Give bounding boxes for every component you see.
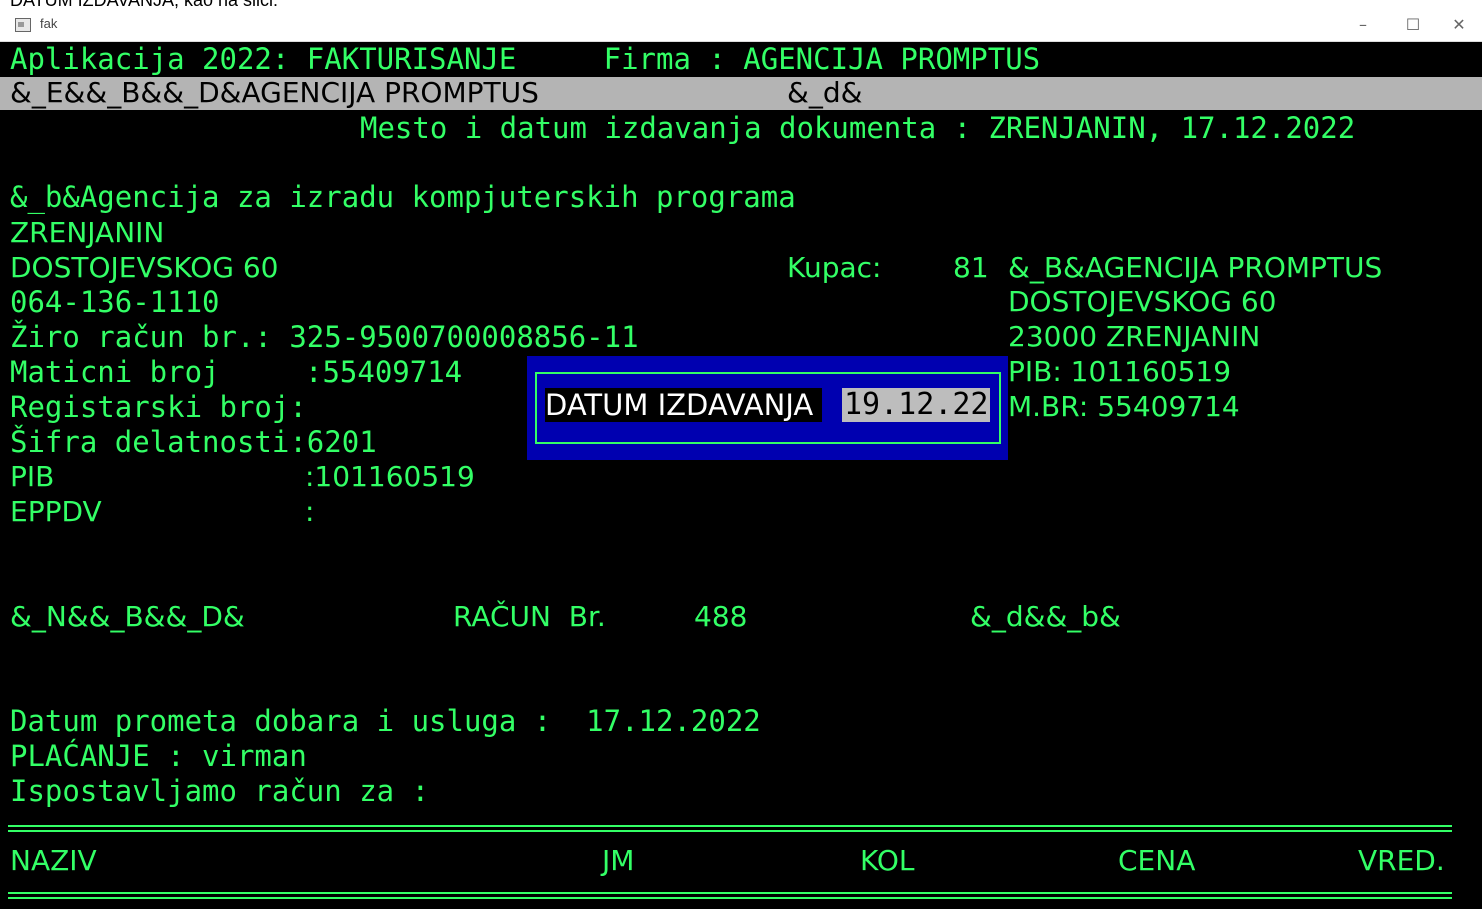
column-cena: CENA bbox=[1118, 844, 1196, 877]
issuer-account: Žiro račun br.: 325-9500700008856-11 bbox=[10, 320, 639, 354]
buyer-address: DOSTOJEVSKOG 60 bbox=[1008, 285, 1277, 318]
issuer-eppdv-value: : bbox=[305, 495, 315, 528]
issuer-registarski: Registarski broj: bbox=[10, 390, 307, 424]
close-button[interactable]: ✕ bbox=[1436, 12, 1482, 38]
console-screen: Aplikacija 2022: FAKTURISANJE Firma : AG… bbox=[0, 42, 1482, 909]
minimize-button[interactable]: – bbox=[1340, 12, 1386, 38]
issuer-address: DOSTOJEVSKOG 60 bbox=[10, 251, 279, 284]
dialog-label: DATUM IZDAVANJA bbox=[545, 388, 823, 422]
buyer-name: &_B&AGENCIJA PROMPTUS bbox=[1008, 251, 1383, 284]
column-vred: VRED. bbox=[1358, 844, 1445, 877]
console-app-icon bbox=[15, 18, 31, 32]
datum-prometa: Datum prometa dobara i usluga : 17.12.20… bbox=[10, 704, 761, 738]
caption-above-window: DATUM IZDAVANJA, kao na slici: bbox=[10, 0, 279, 10]
window-title: fak bbox=[40, 16, 58, 31]
issue-date-input[interactable]: 19.12.22 bbox=[842, 388, 990, 422]
placanje: PLAĆANJE : virman bbox=[10, 739, 307, 773]
invoice-number: 488 bbox=[694, 600, 748, 633]
invoice-title: RAČUN Br. bbox=[453, 600, 606, 633]
issuer-eppdv-label: EPPDV bbox=[10, 495, 102, 528]
buyer-label: Kupac: bbox=[787, 251, 882, 284]
invoice-codes-left: &_N&&_B&&_D& bbox=[10, 600, 245, 633]
ispostavljamo: Ispostavljamo račun za : bbox=[10, 774, 430, 808]
issuer-maticni-value: :55409714 bbox=[305, 355, 463, 389]
issuer-pib-value: :101160519 bbox=[305, 460, 475, 493]
status-bar-left: &_E&&_B&&_D&AGENCIJA PROMPTUS bbox=[10, 76, 539, 109]
issuer-pib-label: PIB bbox=[10, 460, 55, 493]
issuer-maticni-label: Maticni broj bbox=[10, 355, 290, 389]
table-header-line-1 bbox=[8, 892, 1452, 894]
buyer-mbr: M.BR: 55409714 bbox=[1008, 390, 1240, 423]
table-header-line-2 bbox=[8, 897, 1452, 899]
place-date-line: Mesto i datum izdavanja dokumenta : ZREN… bbox=[360, 111, 1356, 145]
issuer-phone: 064-136-1110 bbox=[10, 285, 220, 319]
invoice-codes-right: &_d&&_b& bbox=[970, 600, 1121, 633]
buyer-id: 81 bbox=[953, 251, 989, 284]
issuer-city: ZRENJANIN bbox=[10, 216, 165, 249]
status-bar-right: &_d& bbox=[787, 76, 863, 109]
issuer-description: &_b&Agencija za izradu kompjuterskih pro… bbox=[10, 180, 796, 214]
maximize-button[interactable]: ☐ bbox=[1390, 12, 1436, 38]
date-dialog: DATUM IZDAVANJA 19.12.22 bbox=[527, 356, 1008, 460]
buyer-city: 23000 ZRENJANIN bbox=[1008, 320, 1261, 353]
column-naziv: NAZIV bbox=[10, 844, 97, 877]
table-top-line-2 bbox=[8, 830, 1452, 832]
buyer-pib: PIB: 101160519 bbox=[1008, 355, 1232, 388]
table-top-line-1 bbox=[8, 825, 1452, 827]
column-kol: KOL bbox=[860, 844, 915, 877]
column-jm: JM bbox=[602, 844, 635, 877]
window-titlebar[interactable]: fak – ☐ ✕ bbox=[0, 10, 1482, 42]
status-bar: &_E&&_B&&_D&AGENCIJA PROMPTUS &_d& bbox=[0, 76, 1482, 110]
app-header-line: Aplikacija 2022: FAKTURISANJE Firma : AG… bbox=[10, 42, 1041, 76]
issuer-sifra: Šifra delatnosti:6201 bbox=[10, 425, 377, 459]
